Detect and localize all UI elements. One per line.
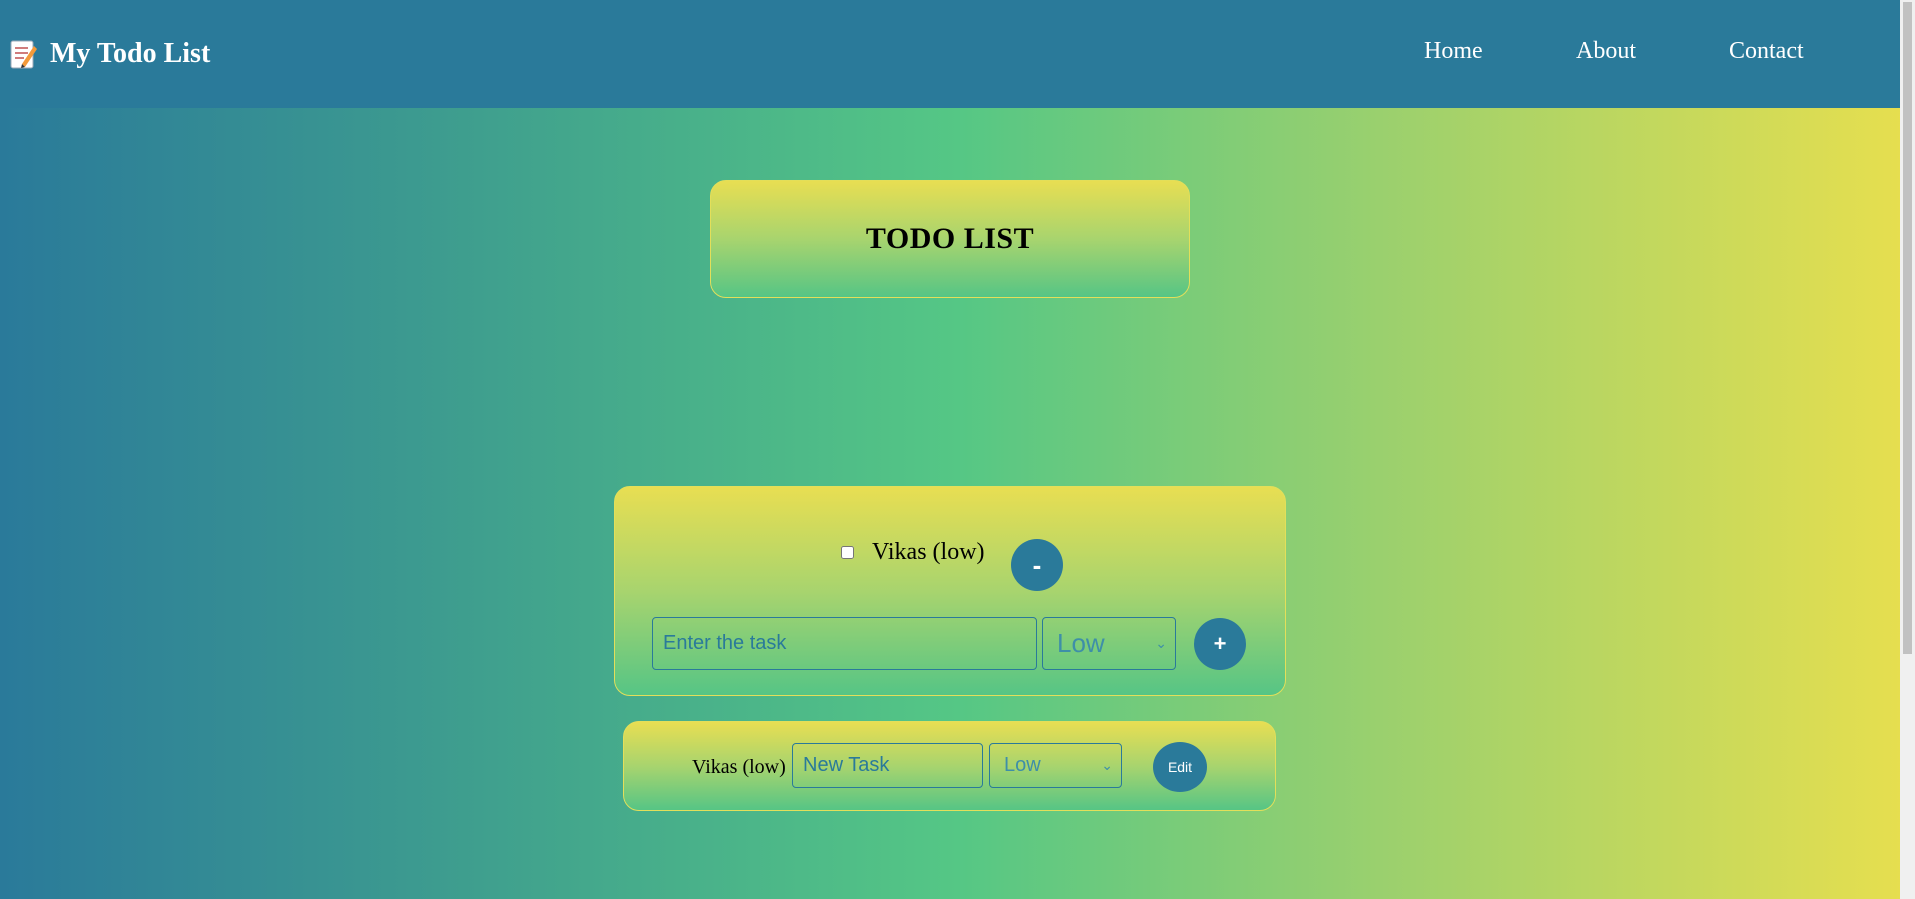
task-checkbox[interactable] [841,546,854,559]
scrollbar-thumb[interactable] [1903,2,1912,654]
task-input[interactable] [652,617,1037,670]
edit-task-label: Vikas (low) [692,756,786,778]
brand: My Todo List [10,38,210,70]
task-label: Vikas (low) [872,539,985,565]
edit-task-input[interactable] [792,743,983,788]
nav-link-home[interactable]: Home [1424,38,1483,65]
edit-priority-select[interactable]: Low ⌄ [989,743,1122,788]
title-card: TODO LIST [710,180,1190,298]
priority-select[interactable]: Low ⌄ [1042,617,1176,670]
new-task-row: Low ⌄ [652,617,1176,670]
edit-priority-selected-value: Low [1004,754,1041,776]
add-task-button[interactable]: + [1194,618,1246,670]
navbar: My Todo List Home About Contact [0,0,1900,108]
brand-title: My Todo List [50,38,211,69]
edit-button[interactable]: Edit [1153,742,1207,792]
priority-selected-value: Low [1057,628,1105,658]
edit-card: Vikas (low) Low ⌄ Edit [623,721,1276,811]
nav-link-about[interactable]: About [1576,38,1636,65]
page-title: TODO LIST [865,222,1035,255]
task-item: Vikas (low) [841,539,985,566]
chevron-down-icon: ⌄ [1155,635,1167,651]
memo-icon [10,40,37,69]
nav-link-contact[interactable]: Contact [1729,38,1804,65]
task-card: Vikas (low) - Low ⌄ + [614,486,1286,696]
vertical-scrollbar[interactable] [1900,0,1915,899]
chevron-down-icon: ⌄ [1101,757,1113,773]
remove-task-button[interactable]: - [1011,539,1063,591]
